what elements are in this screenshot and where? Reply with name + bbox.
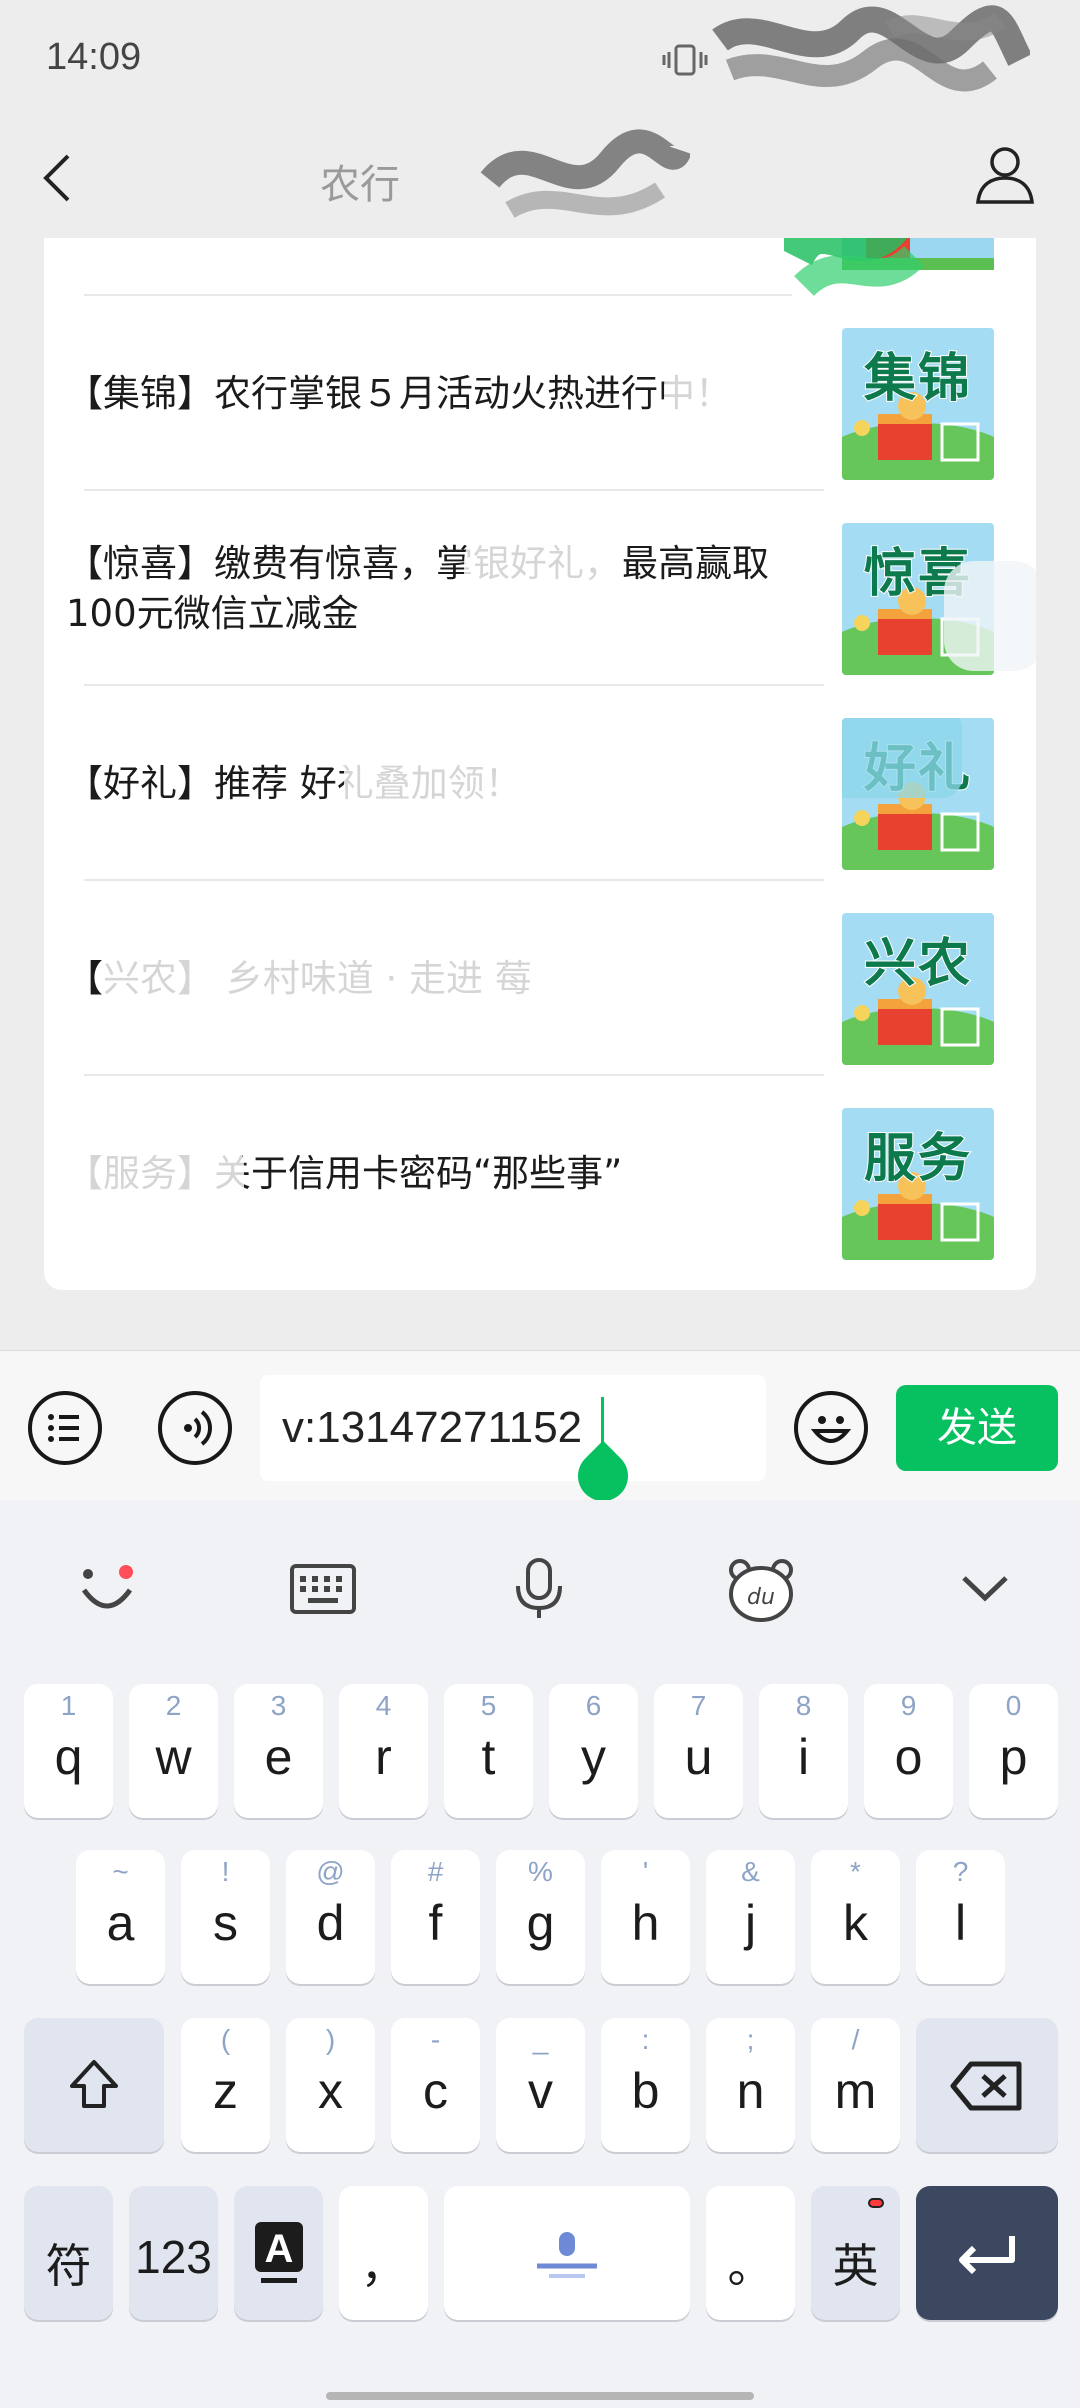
microphone-icon[interactable] [502, 1552, 576, 1626]
article-thumbnail: 集锦 [842, 328, 994, 480]
back-icon[interactable] [30, 148, 90, 208]
redaction-blur [344, 706, 514, 856]
voice-icon [184, 1410, 212, 1446]
chat-input-bar: v:13147271152 发送 [0, 1350, 1080, 1512]
article-item[interactable]: 【兴农】 乡村味道 · 走进 莓 兴农 [44, 881, 1036, 1076]
redaction-blur [842, 718, 962, 798]
numbers-key[interactable]: 123 [129, 2186, 218, 2320]
key-w[interactable]: 2w [129, 1684, 218, 1818]
chevron-down-icon[interactable] [948, 1552, 1022, 1626]
nav-bar: 农行 [0, 120, 1080, 238]
redaction-blur [664, 356, 824, 436]
thumbnail-label: 兴农 [863, 933, 972, 995]
language-key[interactable]: 英 [811, 2186, 900, 2320]
redaction-blur [104, 931, 664, 1021]
period-key[interactable]: 。 [706, 2186, 795, 2320]
status-bar: 14:09 [0, 0, 1080, 120]
article-item[interactable]: 【集锦】农行掌银５月活动火热进行中！ 集锦 [44, 296, 1036, 491]
key-i[interactable]: 8i [759, 1684, 848, 1818]
key-v[interactable]: _ v [496, 2018, 585, 2152]
backspace-icon [950, 2061, 1022, 2111]
send-button[interactable]: 发送 [896, 1385, 1058, 1471]
redaction-blur [464, 531, 624, 651]
key-r[interactable]: 4r [339, 1684, 428, 1818]
enter-icon [959, 2236, 1015, 2275]
key-n[interactable]: ; n [706, 2018, 795, 2152]
key-k[interactable]: * k [811, 1850, 900, 1984]
space-mic-icon [537, 2232, 597, 2278]
svg-text:A: A [265, 2227, 294, 2271]
text-style-key[interactable]: A [234, 2186, 323, 2320]
article-thumbnail: 兴农 [842, 913, 994, 1065]
key-x[interactable]: ) x [286, 2018, 375, 2152]
key-q[interactable]: 1q [24, 1684, 113, 1818]
key-m[interactable]: / m [811, 2018, 900, 2152]
redaction-scribble [712, 5, 1030, 92]
article-list-card: 【集锦】农行掌银５月活动火热进行中！ 集锦 【惊喜】缴费有惊喜，掌银好礼，最高赢… [44, 238, 1036, 1290]
shift-icon [70, 2060, 118, 2108]
symbols-key[interactable]: 符 [24, 2186, 113, 2320]
shift-key[interactable] [24, 2018, 164, 2152]
emoji-face-icon[interactable] [70, 1552, 144, 1626]
key-a[interactable]: ~ a [76, 1850, 165, 1984]
smiley-icon [810, 1416, 852, 1443]
status-time: 14:09 [46, 36, 142, 78]
thumbnail-label: 服务 [863, 1128, 972, 1190]
menu-toggle-button[interactable] [28, 1391, 102, 1465]
thumbnail-label: 集锦 [863, 348, 972, 410]
backspace-key[interactable] [916, 2018, 1058, 2152]
key-s[interactable]: ! s [181, 1850, 270, 1984]
voice-input-button[interactable] [158, 1391, 232, 1465]
comma-key[interactable]: ， [339, 2186, 428, 2320]
redaction-blur [74, 1136, 244, 1216]
key-d[interactable]: @ d [286, 1850, 375, 1984]
key-b[interactable]: :b [601, 2018, 690, 2152]
font-a-icon: A [255, 2222, 303, 2283]
key-f[interactable]: # f [391, 1850, 480, 1984]
key-c[interactable]: -c [391, 2018, 480, 2152]
message-input[interactable]: v:13147271152 [260, 1375, 766, 1512]
key-e[interactable]: 3e [234, 1684, 323, 1818]
language-indicator-icon [868, 2198, 884, 2208]
home-indicator[interactable] [326, 2392, 754, 2400]
redaction-scribble [480, 129, 690, 218]
key-g[interactable]: % g [496, 1850, 585, 1984]
svg-text:du: du [747, 1585, 775, 1610]
enter-key[interactable] [916, 2186, 1058, 2320]
article-thumbnail: 好礼 [842, 718, 994, 870]
key-u[interactable]: 7u [654, 1684, 743, 1818]
article-item[interactable]: 【惊喜】缴费有惊喜，掌银好礼，最高赢取100元微信立减金 惊喜 [44, 491, 1036, 686]
key-h[interactable]: ' h [601, 1850, 690, 1984]
emoji-button[interactable] [794, 1391, 868, 1465]
baidu-bear-icon[interactable]: du [724, 1552, 798, 1626]
space-key[interactable] [444, 2186, 690, 2320]
key-t[interactable]: 5t [444, 1684, 533, 1818]
key-o[interactable]: 9o [864, 1684, 953, 1818]
soft-keyboard: du 1q 2w 3e 4r 5t 6y 7u 8i 9o 0p ~ a ! s @… [0, 1500, 1080, 2408]
page-title: 农行 [320, 162, 400, 208]
article-thumbnail: 服务 [842, 1108, 994, 1260]
list-icon [48, 1414, 79, 1442]
keyboard-icon[interactable] [286, 1552, 360, 1626]
message-input-value: v:13147271152 [282, 1403, 583, 1452]
key-p[interactable]: 0p [969, 1684, 1058, 1818]
article-title: 【惊喜】缴费有惊喜，掌银好礼，最高赢取100元微信立减金 [66, 541, 769, 635]
person-icon[interactable] [972, 142, 1038, 208]
key-l[interactable]: ? l [916, 1850, 1005, 1984]
article-item[interactable]: 【好礼】推荐 好礼叠加领！ 好礼 [44, 686, 1036, 881]
key-j[interactable]: & j [706, 1850, 795, 1984]
key-y[interactable]: 6y [549, 1684, 638, 1818]
article-item[interactable]: 【服务】关于信用卡密码“那些事” 服务 [44, 1076, 1036, 1271]
key-z[interactable]: (z [181, 2018, 270, 2152]
redaction-blur [944, 561, 1036, 671]
